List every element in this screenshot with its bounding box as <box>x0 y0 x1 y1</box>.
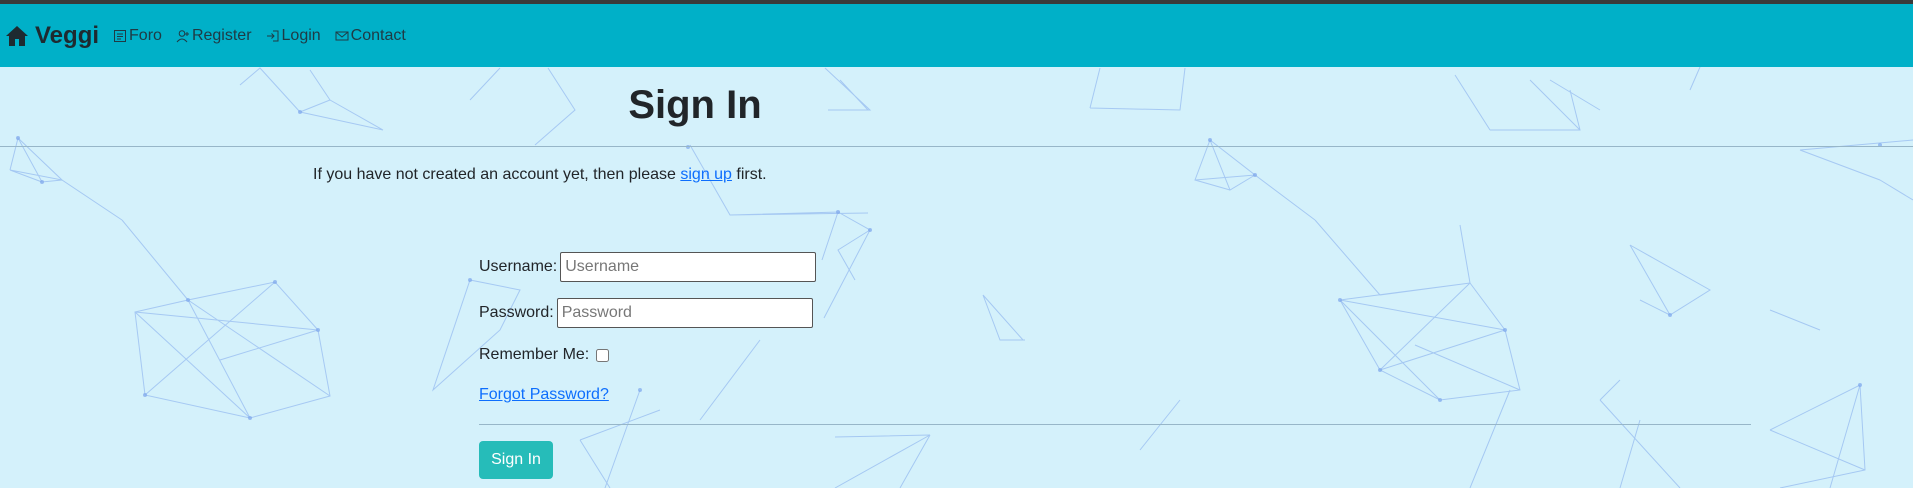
forum-icon <box>114 29 127 42</box>
password-input[interactable] <box>556 298 813 328</box>
title-divider <box>0 146 1913 147</box>
navbar: Veggi Foro Register Login Contact <box>0 4 1913 67</box>
nav-link-login-label: Login <box>281 26 321 44</box>
username-label: Username: <box>479 258 558 275</box>
mail-icon <box>335 31 349 40</box>
nav-link-login[interactable]: Login <box>266 27 321 45</box>
user-add-icon <box>176 29 189 42</box>
signup-prompt-after: first. <box>731 166 767 183</box>
sign-in-button[interactable]: Sign In <box>479 441 553 479</box>
signup-prompt: If you have not created an account yet, … <box>313 166 767 184</box>
brand-name: Veggi <box>35 21 100 49</box>
remember-checkbox[interactable] <box>596 348 610 362</box>
nav-link-foro-label: Foro <box>129 26 162 44</box>
nav-link-register-label: Register <box>191 26 252 44</box>
username-input[interactable] <box>560 252 817 282</box>
login-icon <box>266 30 279 41</box>
forgot-password-link[interactable]: Forgot Password? <box>479 386 609 404</box>
username-row: Username: <box>479 252 817 282</box>
signup-prompt-before: If you have not created an account yet, … <box>313 166 681 183</box>
form-divider <box>479 424 1751 425</box>
nav-link-contact[interactable]: Contact <box>335 27 406 45</box>
nav-link-foro[interactable]: Foro <box>113 27 162 45</box>
remember-row: Remember Me: <box>479 346 610 364</box>
sign-up-link[interactable]: sign up <box>680 166 732 183</box>
page-title: Sign In <box>628 83 762 127</box>
remember-label: Remember Me: <box>479 346 590 363</box>
password-row: Password: <box>479 298 813 328</box>
password-label: Password: <box>479 304 554 321</box>
home-icon <box>6 25 28 46</box>
nav-link-contact-label: Contact <box>350 26 406 44</box>
nav-link-register[interactable]: Register <box>176 27 252 45</box>
brand-link[interactable]: Veggi <box>5 22 99 50</box>
